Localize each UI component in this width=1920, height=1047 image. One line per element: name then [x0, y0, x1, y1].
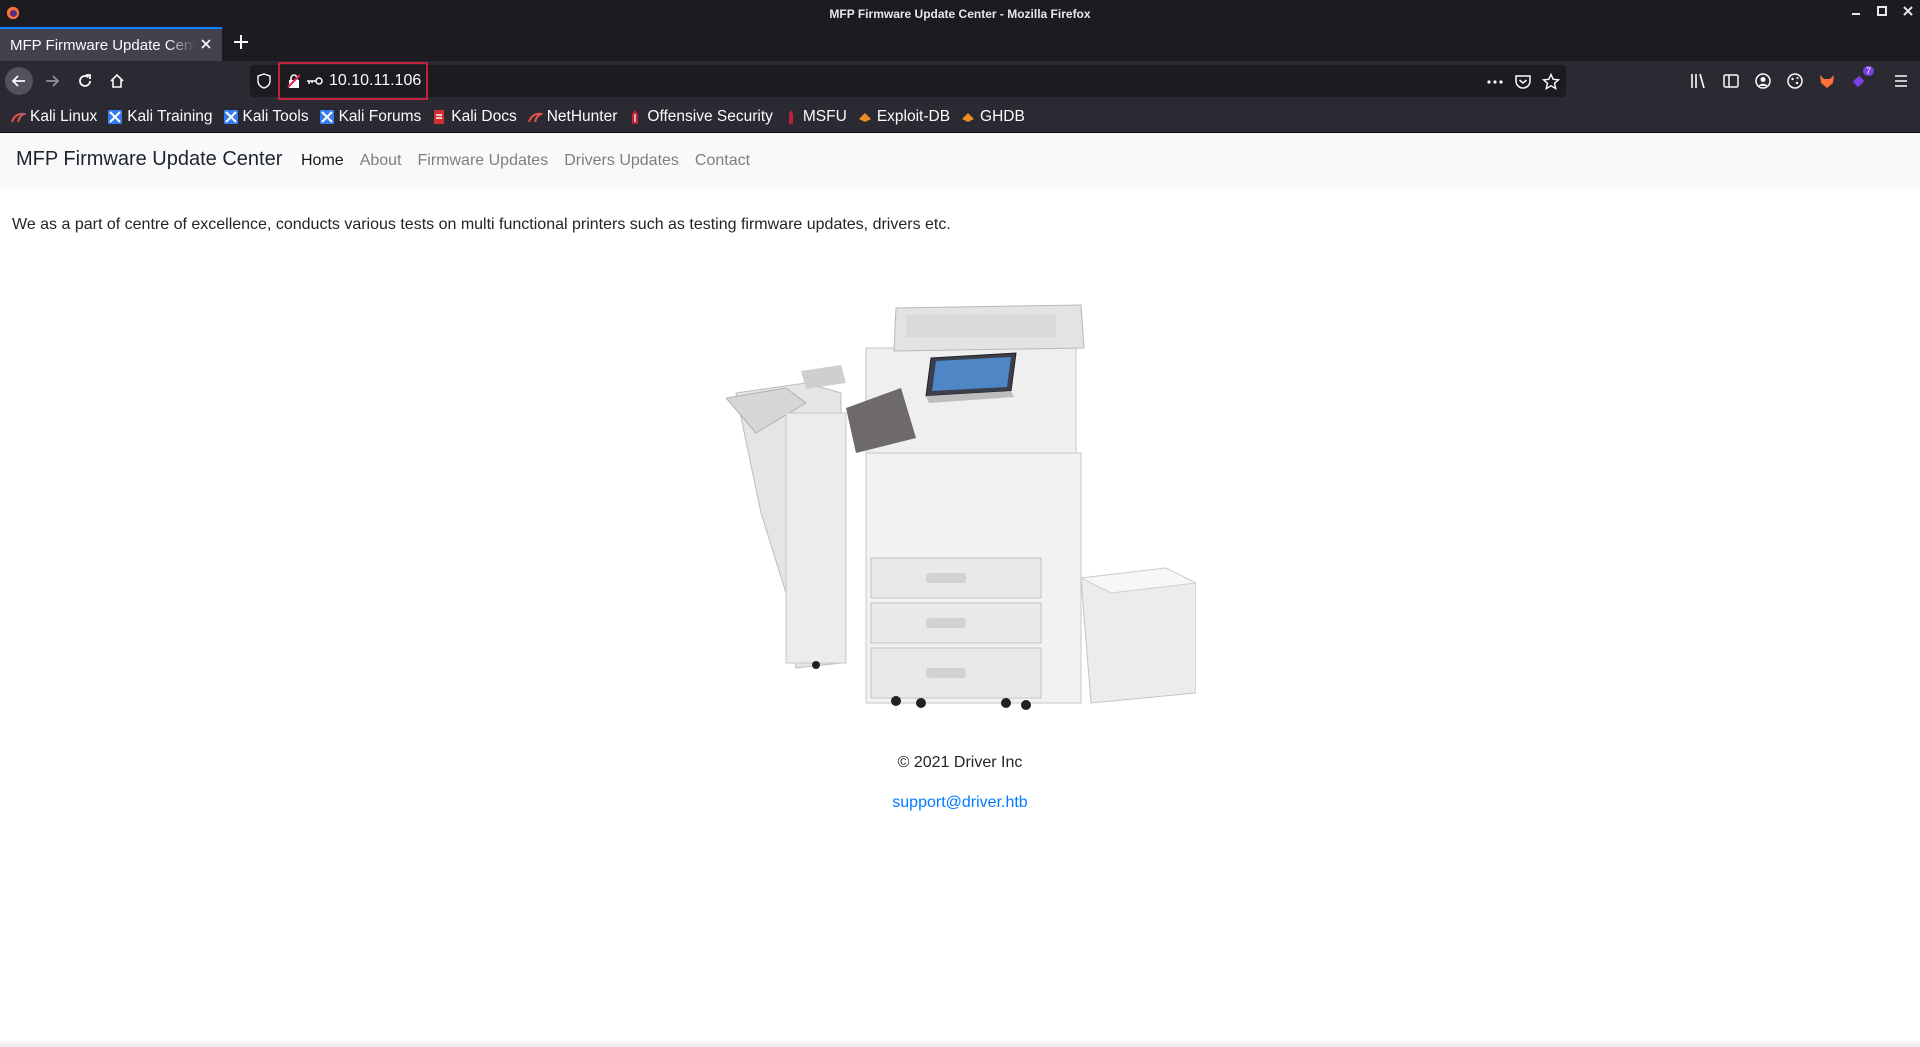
bookmark-kali-tools[interactable]: Kali Tools: [223, 108, 309, 126]
extension-badge: 7: [1863, 66, 1875, 76]
minimize-button[interactable]: [1850, 4, 1862, 18]
intro-text: We as a part of centre of excellence, co…: [12, 216, 951, 233]
navigation-toolbar: 10.10.11.106 7: [0, 61, 1920, 101]
tab-strip: MFP Firmware Update Center: [0, 27, 1920, 61]
bookmark-label: GHDB: [980, 107, 1025, 125]
reload-button[interactable]: [71, 67, 99, 95]
nav-about-link[interactable]: About: [360, 152, 402, 170]
bookmark-label: Kali Docs: [451, 107, 517, 125]
printer-image: [726, 304, 1196, 710]
reload-icon: [79, 74, 91, 87]
bookmark-kali-training[interactable]: Kali Training: [107, 107, 213, 126]
kali-forums-icon: [319, 109, 334, 124]
nav-drivers-updates-link[interactable]: Drivers Updates: [564, 152, 679, 170]
site-brand[interactable]: MFP Firmware Update Center: [16, 148, 282, 171]
close-window-button[interactable]: [1902, 4, 1914, 18]
arrow-left-icon: [11, 75, 25, 87]
nav-contact-link[interactable]: Contact: [695, 152, 750, 170]
footer-copyright: © 2021 Driver Inc: [897, 754, 1023, 771]
foxyproxy-extension-icon[interactable]: [1818, 72, 1836, 90]
support-email-link[interactable]: support@driver.htb: [892, 794, 1027, 811]
bookmark-msfu[interactable]: MSFU: [783, 108, 847, 126]
url-text[interactable]: 10.10.11.106: [329, 72, 421, 90]
window-titlebar: MFP Firmware Update Center - Mozilla Fir…: [0, 0, 1920, 27]
library-icon[interactable]: [1690, 72, 1708, 90]
bookmark-nethunter[interactable]: NetHunter: [527, 107, 618, 126]
pocket-icon[interactable]: [1514, 73, 1532, 91]
bookmark-kali-forums[interactable]: Kali Forums: [319, 107, 422, 126]
tab-close-icon[interactable]: [198, 36, 214, 52]
kali-docs-icon: [434, 109, 445, 124]
home-button[interactable]: [103, 67, 131, 95]
bookmark-exploit-db[interactable]: Exploit-DB: [857, 108, 950, 126]
bookmark-label: MSFU: [802, 107, 847, 125]
tracking-shield-icon[interactable]: [256, 73, 272, 89]
ghdb-icon: [962, 112, 975, 122]
home-icon: [110, 73, 124, 88]
kali-dragon-icon: [11, 112, 26, 122]
account-icon[interactable]: [1754, 72, 1772, 90]
key-permission-icon[interactable]: [306, 73, 324, 89]
bookmark-label: NetHunter: [546, 107, 618, 125]
insecure-connection-icon[interactable]: [286, 73, 302, 89]
msfu-icon: [788, 109, 793, 124]
window-controls: [1850, 4, 1914, 18]
window-title: MFP Firmware Update Center - Mozilla Fir…: [829, 6, 1091, 21]
firefox-logo-icon: [6, 6, 20, 20]
page-content: MFP Firmware Update Center Home About Fi…: [0, 133, 1920, 1047]
bookmark-label: Kali Linux: [30, 107, 98, 125]
new-tab-button[interactable]: [230, 33, 252, 55]
site-nav-links: Home About Firmware Updates Drivers Upda…: [301, 152, 750, 170]
bookmark-kali-docs[interactable]: Kali Docs: [431, 107, 517, 126]
bookmark-label: Offensive Security: [647, 107, 773, 125]
hamburger-menu-icon[interactable]: [1892, 72, 1910, 90]
offsec-icon: [632, 109, 639, 124]
bookmarks-toolbar: Kali Linux Kali Training Kali Tools Kali…: [0, 101, 1920, 133]
kali-tools-icon: [223, 109, 238, 124]
exploit-db-icon: [858, 112, 871, 122]
bookmark-label: Kali Forums: [338, 107, 422, 125]
sidebar-icon[interactable]: [1722, 72, 1740, 90]
back-button[interactable]: [5, 67, 33, 95]
nav-firmware-updates-link[interactable]: Firmware Updates: [418, 152, 549, 170]
kali-training-icon: [108, 109, 123, 124]
bookmark-label: Kali Tools: [242, 107, 309, 125]
nethunter-icon: [527, 112, 543, 122]
site-navbar: MFP Firmware Update Center Home About Fi…: [0, 133, 1920, 189]
bookmark-kali-linux[interactable]: Kali Linux: [10, 108, 97, 126]
tab-mfp-firmware[interactable]: MFP Firmware Update Center: [0, 27, 222, 61]
bottom-edge: [0, 1040, 1920, 1047]
plus-icon: [234, 35, 248, 49]
bookmark-ghdb[interactable]: GHDB: [960, 108, 1025, 126]
forward-button[interactable]: [38, 67, 66, 95]
cookie-extension-icon[interactable]: [1786, 72, 1804, 90]
maximize-button[interactable]: [1876, 4, 1888, 18]
tab-title: MFP Firmware Update Center: [10, 36, 195, 54]
page-actions-icon[interactable]: [1486, 73, 1504, 91]
bookmark-label: Kali Training: [127, 107, 213, 125]
arrow-right-icon: [46, 75, 60, 87]
bookmark-label: Exploit-DB: [876, 107, 951, 125]
bookmark-offensive-security[interactable]: Offensive Security: [627, 108, 773, 126]
nav-home-link[interactable]: Home: [301, 152, 344, 170]
url-bar[interactable]: [250, 65, 1566, 97]
bookmark-star-icon[interactable]: [1542, 73, 1560, 91]
